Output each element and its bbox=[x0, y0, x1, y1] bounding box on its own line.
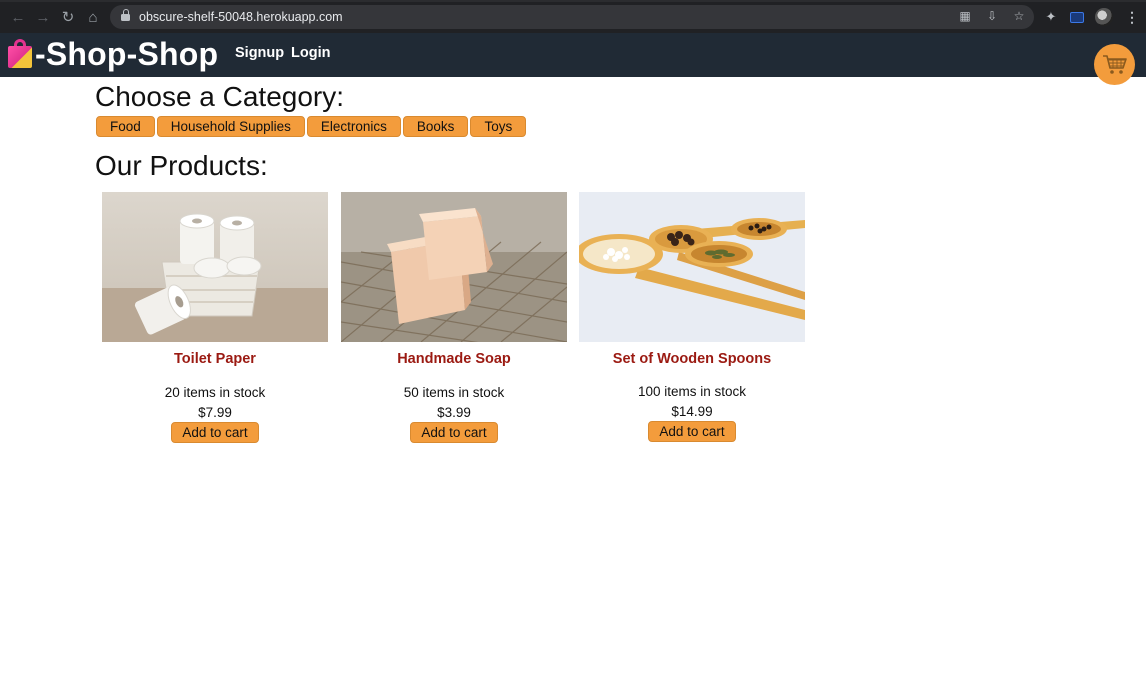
product-card: Set of Wooden Spoons 100 items in stock … bbox=[579, 192, 805, 442]
site-logo[interactable]: -Shop-Shop bbox=[7, 35, 218, 73]
category-heading: Choose a Category: bbox=[95, 81, 345, 112]
product-price: $14.99 bbox=[671, 404, 713, 419]
nav-signup-link[interactable]: Signup bbox=[235, 45, 284, 61]
product-name[interactable]: Set of Wooden Spoons bbox=[579, 351, 805, 367]
address-bar[interactable]: obscure-shelf-50048.herokuapp.com ▦ ⇩ ☆ bbox=[110, 5, 1034, 29]
profile-avatar[interactable] bbox=[1095, 8, 1113, 26]
back-icon[interactable]: ← bbox=[9, 8, 27, 26]
forward-icon[interactable]: → bbox=[34, 8, 52, 26]
browser-menu-icon[interactable]: ⋮ bbox=[1124, 9, 1140, 25]
wooden-spoons-image[interactable] bbox=[579, 192, 805, 342]
category-electronics-button[interactable]: Electronics bbox=[306, 116, 401, 137]
product-name[interactable]: Handmade Soap bbox=[341, 351, 567, 367]
product-stock: 100 items in stock bbox=[637, 384, 747, 399]
category-food-button[interactable]: Food bbox=[96, 116, 155, 137]
category-list: Food Household Supplies Electronics Book… bbox=[96, 116, 527, 137]
nav-login-link[interactable]: Login bbox=[291, 45, 330, 61]
lock-icon[interactable] bbox=[121, 8, 130, 22]
reload-icon[interactable]: ↻ bbox=[59, 8, 77, 26]
bookmark-star-icon[interactable]: ☆ bbox=[1012, 9, 1026, 23]
product-card: Toilet Paper 20 items in stock $7.99 Add… bbox=[102, 192, 328, 443]
add-to-cart-button[interactable]: Add to cart bbox=[171, 422, 259, 443]
add-to-cart-button[interactable]: Add to cart bbox=[410, 422, 498, 443]
logo-text[interactable]: -Shop-Shop bbox=[35, 36, 218, 73]
product-card: Handmade Soap 50 items in stock $3.99 Ad… bbox=[341, 192, 567, 443]
tab-strip-edge bbox=[0, 0, 1146, 2]
shopping-bag-icon bbox=[7, 39, 35, 69]
add-to-cart-button[interactable]: Add to cart bbox=[648, 421, 736, 442]
toilet-paper-image[interactable] bbox=[102, 192, 328, 342]
product-stock: 20 items in stock bbox=[164, 385, 266, 400]
cart-button[interactable] bbox=[1094, 44, 1135, 85]
product-name[interactable]: Toilet Paper bbox=[102, 351, 328, 367]
products-heading: Our Products: bbox=[95, 150, 268, 181]
shopping-cart-icon bbox=[1102, 54, 1127, 74]
browser-toolbar: ← → ↻ ⌂ obscure-shelf-50048.herokuapp.co… bbox=[0, 0, 1146, 33]
qr-code-icon[interactable]: ▦ bbox=[958, 9, 972, 23]
category-books-button[interactable]: Books bbox=[402, 116, 469, 137]
category-toys-button[interactable]: Toys bbox=[470, 116, 527, 137]
install-app-icon[interactable]: ⇩ bbox=[985, 9, 999, 23]
soap-image[interactable] bbox=[341, 192, 567, 342]
home-icon[interactable]: ⌂ bbox=[84, 8, 102, 26]
cast-icon[interactable] bbox=[1070, 11, 1084, 23]
extensions-puzzle-icon[interactable]: ✦ bbox=[1043, 9, 1059, 25]
category-household-button[interactable]: Household Supplies bbox=[156, 116, 305, 137]
site-header: -Shop-Shop Signup Login bbox=[0, 33, 1146, 77]
product-price: $3.99 bbox=[437, 405, 471, 420]
product-price: $7.99 bbox=[198, 405, 232, 420]
address-url[interactable]: obscure-shelf-50048.herokuapp.com bbox=[139, 10, 343, 24]
product-stock: 50 items in stock bbox=[403, 385, 505, 400]
